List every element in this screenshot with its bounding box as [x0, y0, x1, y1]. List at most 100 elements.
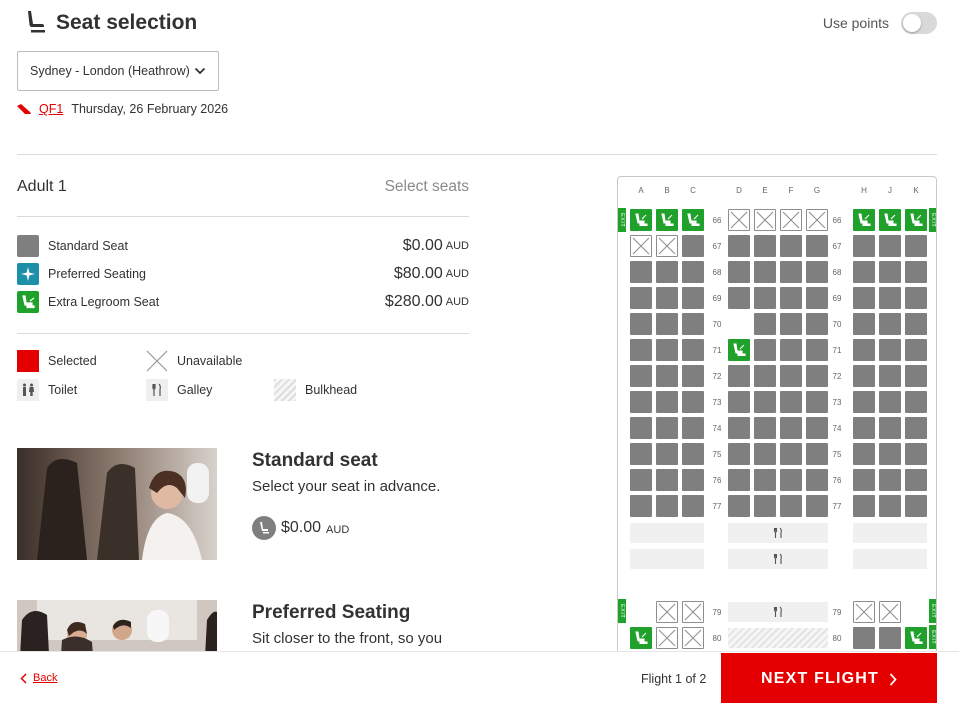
seat-A71[interactable]	[630, 339, 652, 361]
seat-A68[interactable]	[630, 261, 652, 283]
seat-K70[interactable]	[905, 313, 927, 335]
seat-B74[interactable]	[656, 417, 678, 439]
seat-A76[interactable]	[630, 469, 652, 491]
seat-A66[interactable]	[630, 209, 652, 231]
seat-K68[interactable]	[905, 261, 927, 283]
seat-H80[interactable]	[853, 627, 875, 649]
seat-E76[interactable]	[754, 469, 776, 491]
seat-F70[interactable]	[780, 313, 802, 335]
seat-E77[interactable]	[754, 495, 776, 517]
seat-G69[interactable]	[806, 287, 828, 309]
seat-A73[interactable]	[630, 391, 652, 413]
seat-A72[interactable]	[630, 365, 652, 387]
seat-J69[interactable]	[879, 287, 901, 309]
seat-G72[interactable]	[806, 365, 828, 387]
seat-D67[interactable]	[728, 235, 750, 257]
seat-D74[interactable]	[728, 417, 750, 439]
seat-C66[interactable]	[682, 209, 704, 231]
use-points-control[interactable]: Use points	[823, 12, 937, 34]
seat-J71[interactable]	[879, 339, 901, 361]
select-seats-link[interactable]: Select seats	[330, 178, 469, 196]
seat-G74[interactable]	[806, 417, 828, 439]
seat-H68[interactable]	[853, 261, 875, 283]
seat-C76[interactable]	[682, 469, 704, 491]
seat-H67[interactable]	[853, 235, 875, 257]
seat-E67[interactable]	[754, 235, 776, 257]
seat-J68[interactable]	[879, 261, 901, 283]
seat-H77[interactable]	[853, 495, 875, 517]
seat-C77[interactable]	[682, 495, 704, 517]
seat-C69[interactable]	[682, 287, 704, 309]
seat-D73[interactable]	[728, 391, 750, 413]
seat-E68[interactable]	[754, 261, 776, 283]
seat-B76[interactable]	[656, 469, 678, 491]
seat-J75[interactable]	[879, 443, 901, 465]
back-link[interactable]: Back	[20, 672, 57, 684]
seat-D75[interactable]	[728, 443, 750, 465]
seat-G73[interactable]	[806, 391, 828, 413]
use-points-toggle[interactable]	[901, 12, 937, 34]
seat-C73[interactable]	[682, 391, 704, 413]
seat-D76[interactable]	[728, 469, 750, 491]
seat-F75[interactable]	[780, 443, 802, 465]
seat-D68[interactable]	[728, 261, 750, 283]
seat-E70[interactable]	[754, 313, 776, 335]
route-dropdown[interactable]: Sydney - London (Heathrow)	[17, 51, 219, 91]
seat-F74[interactable]	[780, 417, 802, 439]
seat-A77[interactable]	[630, 495, 652, 517]
seat-B68[interactable]	[656, 261, 678, 283]
seat-B69[interactable]	[656, 287, 678, 309]
seat-B71[interactable]	[656, 339, 678, 361]
seat-G71[interactable]	[806, 339, 828, 361]
seat-H66[interactable]	[853, 209, 875, 231]
seat-F77[interactable]	[780, 495, 802, 517]
seat-C68[interactable]	[682, 261, 704, 283]
seat-K72[interactable]	[905, 365, 927, 387]
seat-J70[interactable]	[879, 313, 901, 335]
seat-J73[interactable]	[879, 391, 901, 413]
seat-J76[interactable]	[879, 469, 901, 491]
seat-G68[interactable]	[806, 261, 828, 283]
seat-C75[interactable]	[682, 443, 704, 465]
seat-H76[interactable]	[853, 469, 875, 491]
seat-K66[interactable]	[905, 209, 927, 231]
seat-F71[interactable]	[780, 339, 802, 361]
seat-B66[interactable]	[656, 209, 678, 231]
next-flight-button[interactable]: NEXT FLIGHT	[721, 653, 937, 703]
seat-D71[interactable]	[728, 339, 750, 361]
seat-A74[interactable]	[630, 417, 652, 439]
seat-F68[interactable]	[780, 261, 802, 283]
seat-K74[interactable]	[905, 417, 927, 439]
seat-J77[interactable]	[879, 495, 901, 517]
seat-C67[interactable]	[682, 235, 704, 257]
seat-F69[interactable]	[780, 287, 802, 309]
seat-C72[interactable]	[682, 365, 704, 387]
seat-H70[interactable]	[853, 313, 875, 335]
seat-A75[interactable]	[630, 443, 652, 465]
seat-K80[interactable]	[905, 627, 927, 649]
seat-J67[interactable]	[879, 235, 901, 257]
seat-F73[interactable]	[780, 391, 802, 413]
seat-A70[interactable]	[630, 313, 652, 335]
seat-E71[interactable]	[754, 339, 776, 361]
seat-B75[interactable]	[656, 443, 678, 465]
seat-B70[interactable]	[656, 313, 678, 335]
seat-J80[interactable]	[879, 627, 901, 649]
seat-K76[interactable]	[905, 469, 927, 491]
seat-D69[interactable]	[728, 287, 750, 309]
seat-B73[interactable]	[656, 391, 678, 413]
seat-G75[interactable]	[806, 443, 828, 465]
seat-J72[interactable]	[879, 365, 901, 387]
flight-number-link[interactable]: QF1	[39, 102, 63, 116]
seat-H75[interactable]	[853, 443, 875, 465]
seat-G67[interactable]	[806, 235, 828, 257]
seat-B77[interactable]	[656, 495, 678, 517]
seat-C71[interactable]	[682, 339, 704, 361]
seat-H71[interactable]	[853, 339, 875, 361]
seat-A80[interactable]	[630, 627, 652, 649]
seat-J66[interactable]	[879, 209, 901, 231]
seat-H74[interactable]	[853, 417, 875, 439]
seat-J74[interactable]	[879, 417, 901, 439]
seat-H73[interactable]	[853, 391, 875, 413]
seat-D77[interactable]	[728, 495, 750, 517]
